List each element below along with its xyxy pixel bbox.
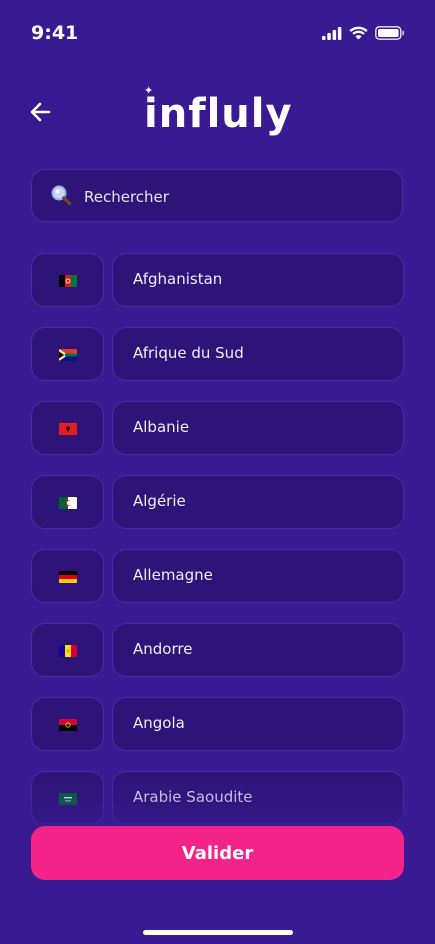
flag-box [31,253,104,307]
flag-box [31,549,104,603]
flag-box [31,623,104,677]
country-row-allemagne[interactable]: Allemagne [31,549,404,603]
flag-angola-icon [59,719,77,731]
flag-saudi-arabia-icon [59,793,77,805]
flag-algeria-icon [59,497,77,509]
country-name: Allemagne [133,566,213,584]
country-row-afrique-du-sud[interactable]: Afrique du Sud [31,327,404,381]
country-name-box[interactable]: Allemagne [112,549,404,603]
status-time: 9:41 [31,22,79,44]
country-name: Afrique du Sud [133,344,244,362]
flag-germany-icon [59,571,77,583]
country-name-box[interactable]: Afrique du Sud [112,327,404,381]
country-row-algerie[interactable]: Algérie [31,475,404,529]
country-name: Afghanistan [133,270,223,288]
flag-box [31,771,104,823]
status-bar: 9:41 [0,0,435,60]
country-name-box[interactable]: Angola [112,697,404,751]
wifi-icon [349,26,368,40]
country-name-box[interactable]: Andorre [112,623,404,677]
signal-icon [322,26,342,40]
flag-afghanistan-icon [59,275,77,287]
validate-button[interactable]: Valider [31,826,404,880]
back-arrow-icon[interactable] [27,98,55,126]
country-row-albanie[interactable]: Albanie [31,401,404,455]
flag-box [31,475,104,529]
flag-box [31,401,104,455]
country-row-arabie-saoudite[interactable]: Arabie Saoudite [31,771,404,823]
country-row-angola[interactable]: Angola [31,697,404,751]
country-name: Arabie Saoudite [133,788,253,806]
country-name: Albanie [133,418,190,436]
status-icons [322,26,405,40]
country-row-afghanistan[interactable]: Afghanistan [31,253,404,307]
app-logo: ✦ influly [140,84,300,144]
country-list[interactable]: Afghanistan Afrique du Sud Albanie Algér… [31,253,404,823]
flag-south-africa-icon [59,349,77,361]
home-indicator[interactable] [143,930,293,935]
battery-icon [375,26,405,40]
search-input[interactable] [82,170,386,223]
country-name: Angola [133,714,185,732]
flag-andorra-icon [59,645,77,657]
logo-text: influly [144,91,293,137]
flag-box [31,697,104,751]
country-name: Andorre [133,640,193,658]
country-row-andorre[interactable]: Andorre [31,623,404,677]
flag-albania-icon [59,423,77,435]
search-bar[interactable] [31,169,403,223]
country-name-box[interactable]: Albanie [112,401,404,455]
country-name: Algérie [133,492,186,510]
country-name-box[interactable]: Algérie [112,475,404,529]
country-name-box[interactable]: Afghanistan [112,253,404,307]
country-name-box[interactable]: Arabie Saoudite [112,771,404,823]
flag-box [31,327,104,381]
search-icon [51,185,72,206]
